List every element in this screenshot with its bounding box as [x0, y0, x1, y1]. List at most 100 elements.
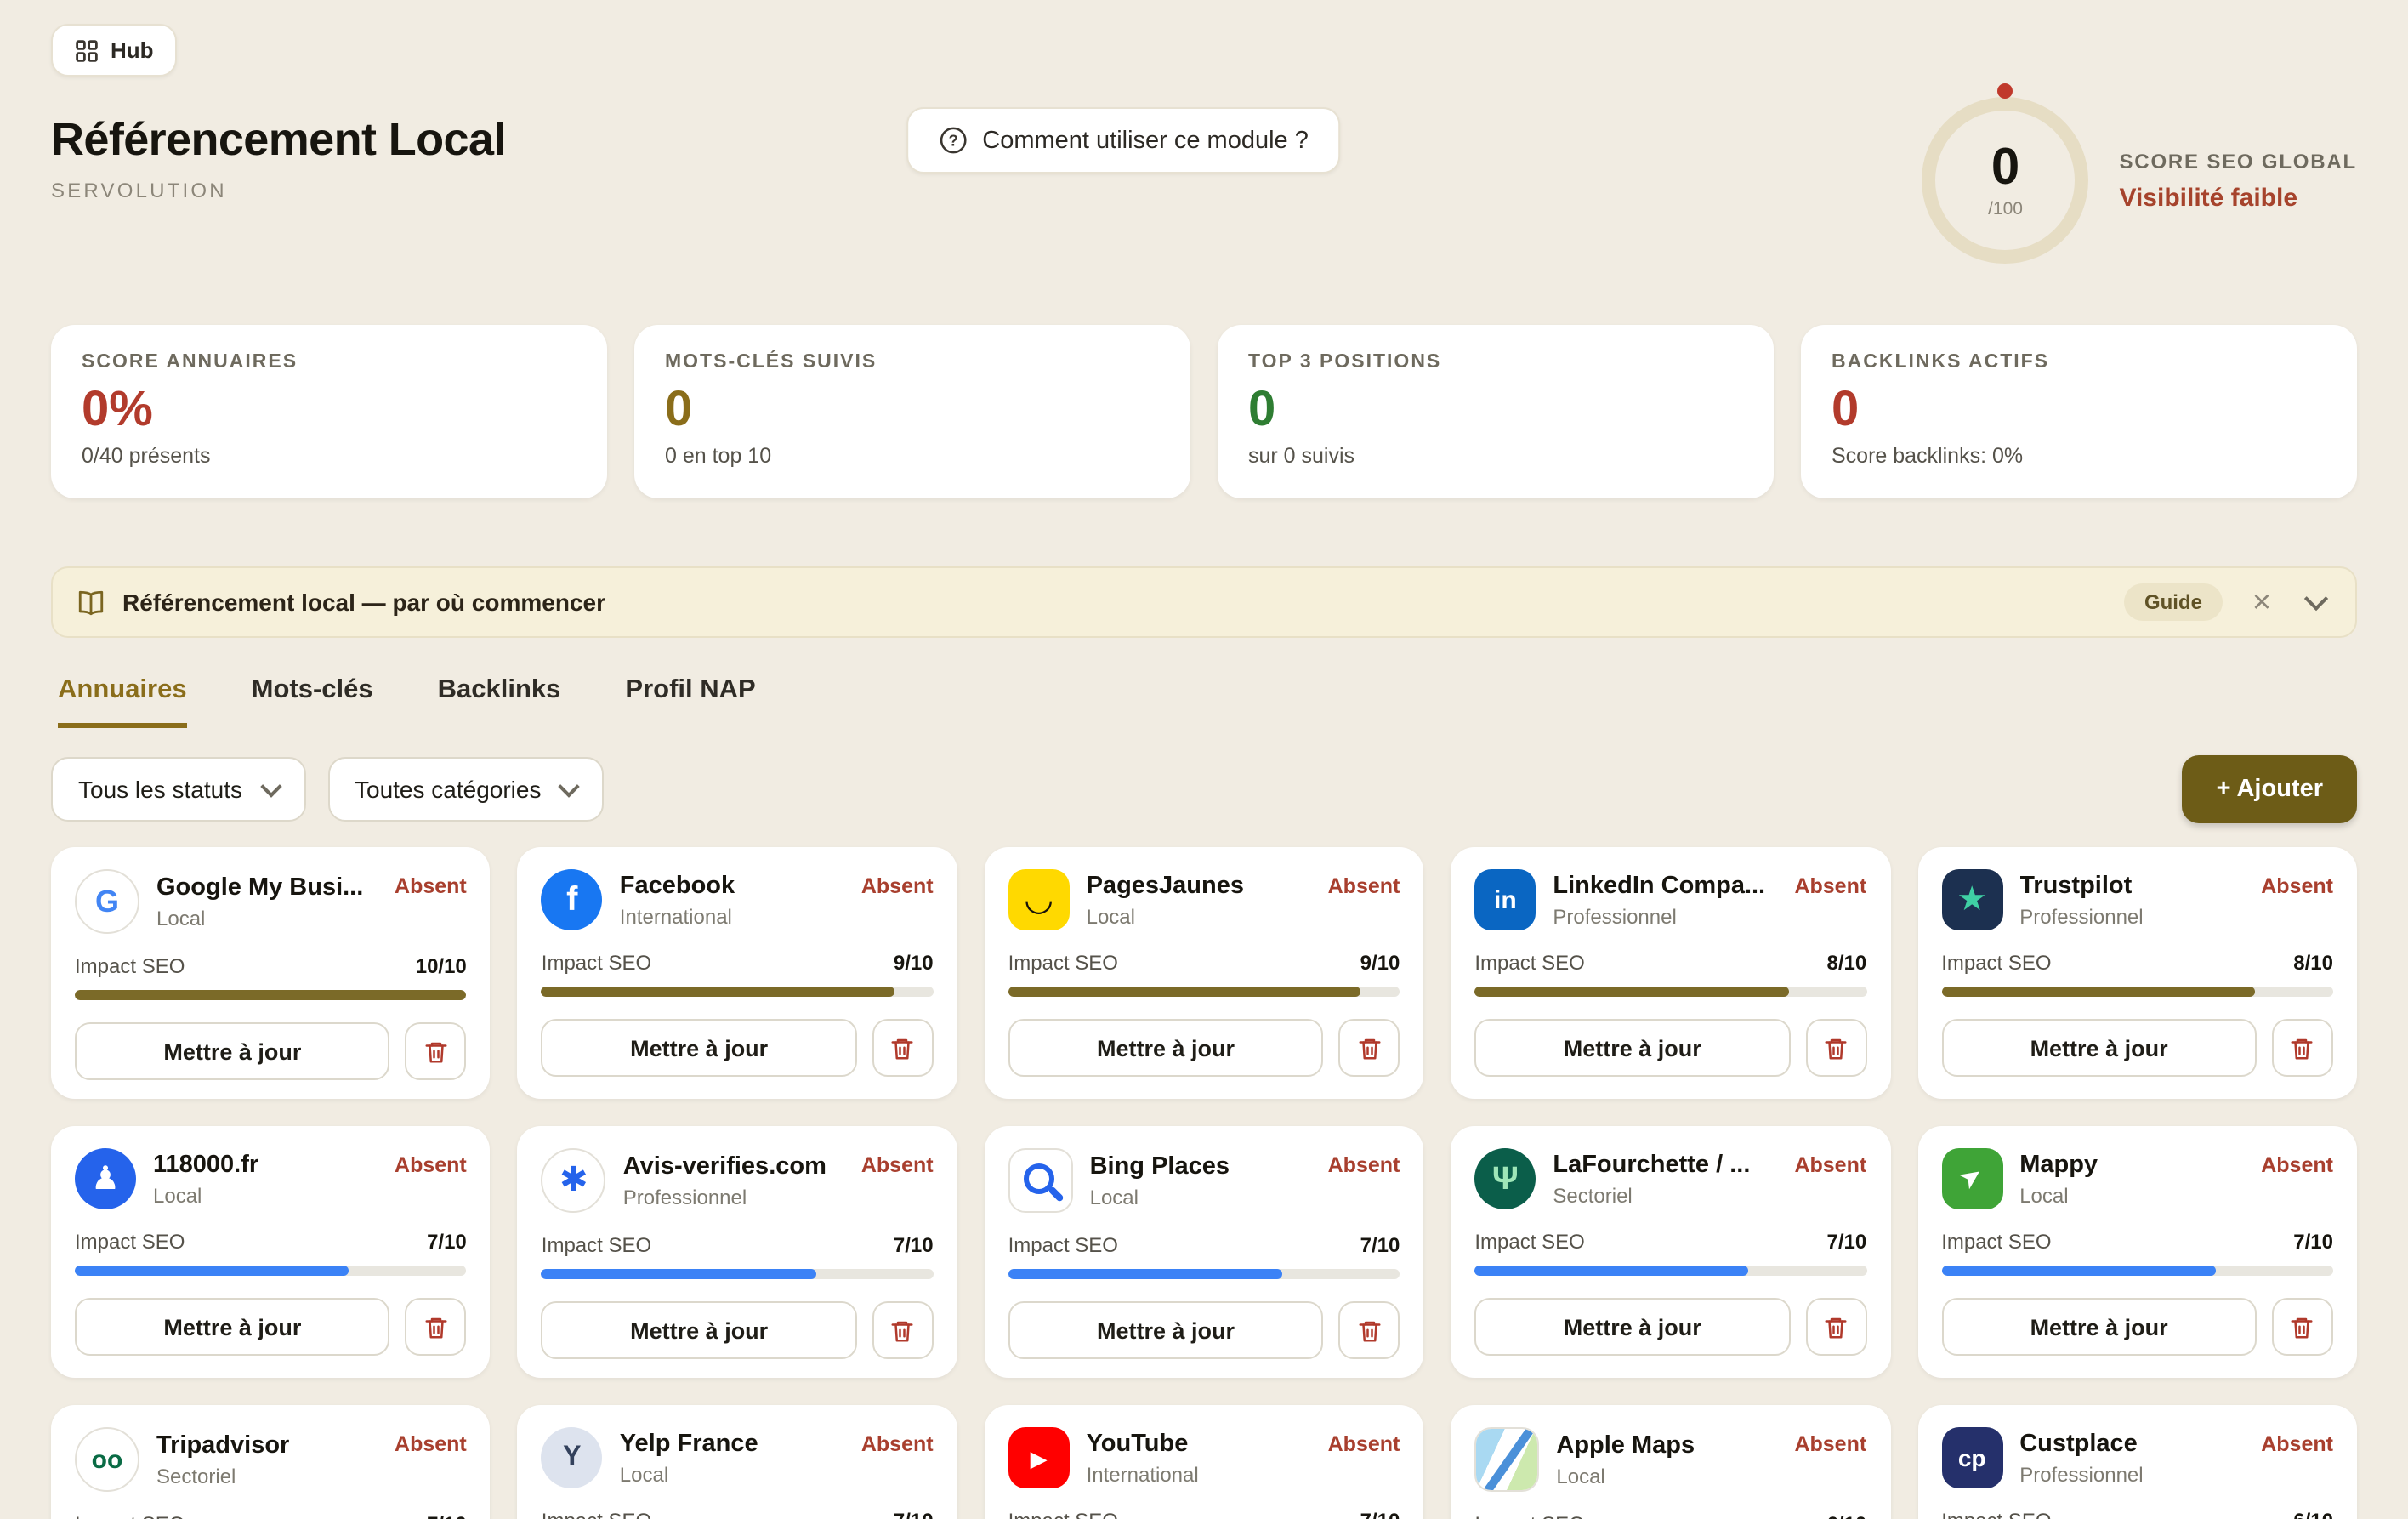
directory-name: Facebook: [620, 872, 735, 899]
logo-glyph: ★: [1956, 883, 1987, 917]
impact-bar: [1008, 987, 1400, 997]
update-button[interactable]: Mettre à jour: [542, 1301, 857, 1359]
mappy-logo: ➤: [1941, 1148, 2002, 1209]
directory-card: ◡ PagesJaunes Local Absent Impact SEO 9/…: [985, 847, 1424, 1099]
status-badge: Absent: [395, 874, 467, 898]
status-badge: Absent: [2261, 1432, 2333, 1456]
stat-value: 0%: [82, 384, 576, 436]
delete-button[interactable]: [406, 1022, 467, 1080]
directory-card: Y Yelp France Local Absent Impact SEO 7/…: [518, 1405, 957, 1519]
directory-category: International: [1087, 1462, 1199, 1486]
stat-card: MOTS-CLÉS SUIVIS 0 0 en top 10: [634, 325, 1190, 498]
close-icon[interactable]: [2246, 587, 2277, 617]
update-button[interactable]: Mettre à jour: [1008, 1019, 1324, 1077]
update-button[interactable]: Mettre à jour: [1941, 1298, 2257, 1356]
filters-row: Tous les statuts Toutes catégories + Ajo…: [51, 755, 2357, 823]
tripadvisor-logo: oo: [75, 1427, 139, 1492]
directory-category: Local: [156, 906, 363, 930]
directory-name: YouTube: [1087, 1430, 1199, 1457]
delete-button[interactable]: [1338, 1019, 1400, 1077]
impact-bar: [542, 1269, 934, 1279]
update-button[interactable]: Mettre à jour: [1474, 1019, 1790, 1077]
directory-name: PagesJaunes: [1087, 872, 1244, 899]
tab-mots-cl-s[interactable]: Mots-clés: [252, 675, 373, 728]
google-logo: G: [75, 869, 139, 934]
delete-button[interactable]: [872, 1019, 934, 1077]
chevron-down-icon: [259, 776, 281, 797]
category-filter-value: Toutes catégories: [355, 776, 541, 803]
grid-icon: [75, 38, 99, 62]
directory-name: Mappy: [2019, 1151, 2098, 1178]
tab-annuaires[interactable]: Annuaires: [58, 675, 187, 728]
directory-category: Sectoriel: [156, 1464, 289, 1488]
help-button[interactable]: ? Comment utiliser ce module ?: [906, 107, 1341, 174]
delete-button[interactable]: [872, 1301, 934, 1359]
status-badge: Absent: [395, 1432, 467, 1456]
trash-icon: [1823, 1035, 1849, 1061]
directory-category: Professionnel: [1553, 904, 1765, 928]
gauge-ring: 0 /100: [1922, 97, 2089, 264]
page-header: Référencement Local SERVOLUTION ? Commen…: [51, 97, 2357, 277]
directory-category: Professionnel: [623, 1185, 826, 1209]
update-button[interactable]: Mettre à jour: [1008, 1301, 1324, 1359]
logo-glyph: oo: [92, 1447, 123, 1472]
delete-button[interactable]: [406, 1298, 467, 1356]
delete-button[interactable]: [2272, 1019, 2333, 1077]
118000-logo: ♟: [75, 1148, 136, 1209]
status-filter-select[interactable]: Tous les statuts: [51, 757, 305, 822]
status-badge: Absent: [2261, 874, 2333, 898]
delete-button[interactable]: [1805, 1019, 1866, 1077]
impact-bar-fill: [1474, 1266, 1749, 1276]
impact-score: 9/10: [894, 951, 934, 975]
directory-card: ▶ YouTube International Absent Impact SE…: [985, 1405, 1424, 1519]
delete-button[interactable]: [1338, 1301, 1400, 1359]
directory-card: oo Tripadvisor Sectoriel Absent Impact S…: [51, 1405, 491, 1519]
logo-glyph: f: [566, 883, 577, 917]
tab-profil-nap[interactable]: Profil NAP: [625, 675, 755, 728]
impact-score: 6/10: [2293, 1509, 2333, 1519]
directory-card: Bing Places Local Absent Impact SEO 7/10…: [985, 1126, 1424, 1378]
status-badge: Absent: [1794, 874, 1866, 898]
chevron-down-icon[interactable]: [2301, 587, 2331, 617]
stat-value: 0: [1832, 384, 2326, 436]
gauge-marker-dot: [1998, 83, 2013, 99]
trash-icon: [890, 1317, 916, 1343]
add-button[interactable]: + Ajouter: [2183, 755, 2357, 823]
hub-button[interactable]: Hub: [51, 24, 178, 77]
impact-bar: [542, 987, 934, 997]
delete-button[interactable]: [2272, 1298, 2333, 1356]
update-button[interactable]: Mettre à jour: [1474, 1298, 1790, 1356]
page-title: Référencement Local: [51, 114, 506, 167]
directory-card: Ψ LaFourchette / ... Sectoriel Absent Im…: [1451, 1126, 1890, 1378]
impact-bar: [1941, 987, 2333, 997]
update-button[interactable]: Mettre à jour: [75, 1022, 390, 1080]
impact-score: 6/10: [1826, 1512, 1866, 1519]
directory-category: Local: [1087, 904, 1244, 928]
directory-category: Local: [620, 1462, 758, 1486]
update-button[interactable]: Mettre à jour: [542, 1019, 857, 1077]
delete-button[interactable]: [1805, 1298, 1866, 1356]
stat-label: MOTS-CLÉS SUIVIS: [665, 352, 1160, 373]
impact-score: 10/10: [416, 954, 467, 978]
pagesjaunes-logo: ◡: [1008, 869, 1070, 930]
category-filter-select[interactable]: Toutes catégories: [327, 757, 604, 822]
directory-name: Custplace: [2019, 1430, 2143, 1457]
hub-button-label: Hub: [111, 37, 154, 63]
directory-card: ➤ Mappy Local Absent Impact SEO 7/10 Met…: [1917, 1126, 2357, 1378]
impact-bar-fill: [1474, 987, 1788, 997]
impact-label: Impact SEO: [75, 1230, 185, 1254]
update-button[interactable]: Mettre à jour: [75, 1298, 390, 1356]
guide-banner-title: Référencement local — par où commencer: [122, 589, 605, 616]
chevron-down-icon: [559, 776, 580, 797]
impact-bar-fill: [75, 990, 467, 1000]
impact-score: 7/10: [1360, 1233, 1400, 1257]
directory-category: Professionnel: [2019, 904, 2143, 928]
update-button[interactable]: Mettre à jour: [1941, 1019, 2257, 1077]
directory-name: LaFourchette / ...: [1553, 1151, 1750, 1178]
tab-backlinks[interactable]: Backlinks: [438, 675, 561, 728]
directory-name: Yelp France: [620, 1430, 758, 1457]
impact-label: Impact SEO: [1474, 1230, 1584, 1254]
app-root: Hub Référencement Local SERVOLUTION ? Co…: [0, 0, 2408, 1519]
impact-bar: [75, 990, 467, 1000]
impact-label: Impact SEO: [1474, 1512, 1584, 1519]
